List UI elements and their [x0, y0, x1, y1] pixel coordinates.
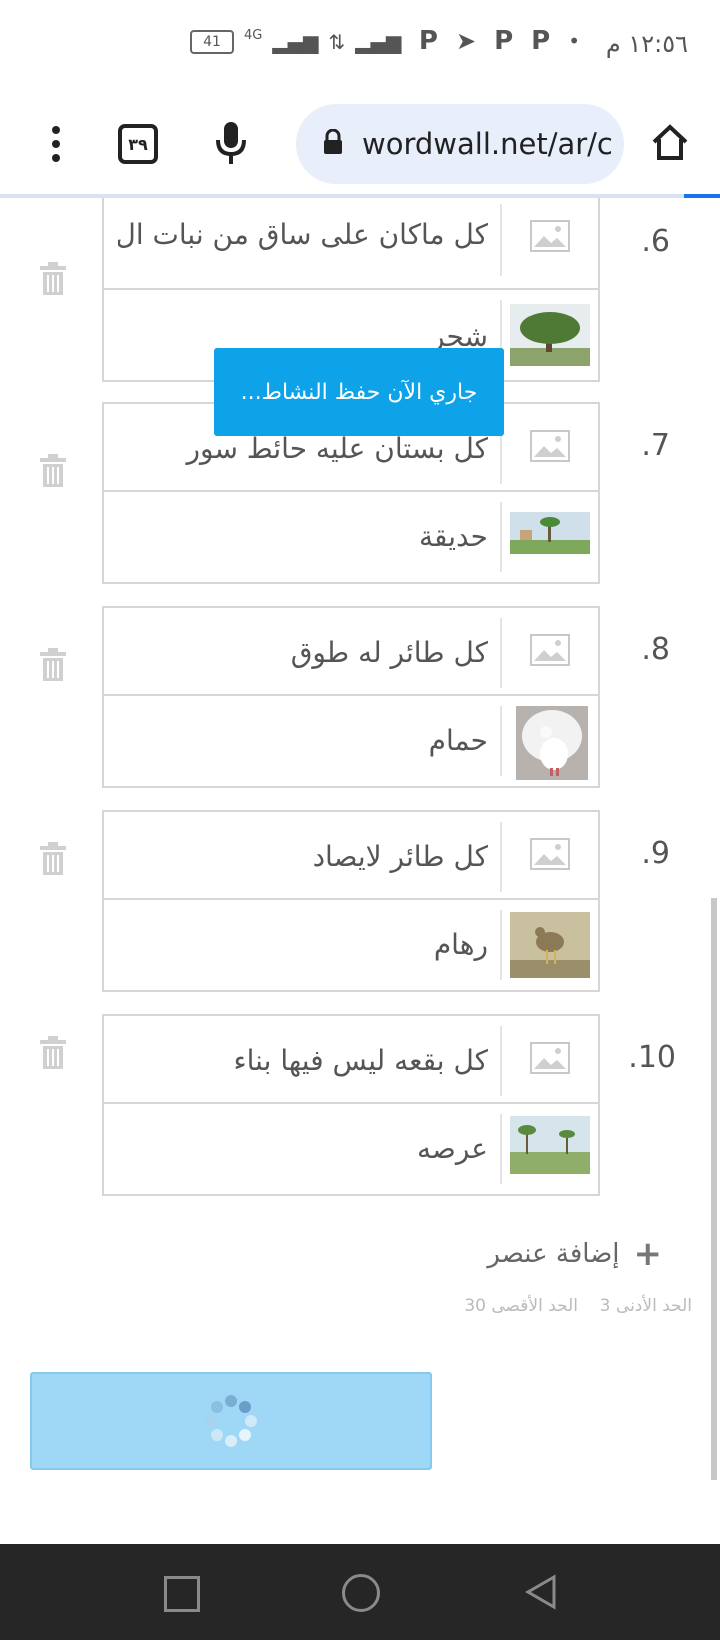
trash-icon[interactable]: [38, 1036, 68, 1070]
definition-field[interactable]: كل طائر له طوق: [102, 606, 600, 700]
spinner-icon: [205, 1395, 257, 1447]
tree-image[interactable]: [510, 304, 590, 366]
item-number: .6: [641, 224, 670, 259]
trash-icon[interactable]: [38, 648, 68, 682]
tabs-count-button[interactable]: ٣٩: [118, 124, 158, 164]
saving-toast: جاري الآن حفظ النشاط...: [214, 348, 504, 436]
field-divider: [500, 1114, 502, 1184]
notification-p-icon: P: [494, 26, 514, 56]
definition-text: كل بستان عليه حائط سور: [186, 432, 488, 465]
back-button[interactable]: [524, 1574, 558, 1610]
field-divider: [500, 822, 502, 892]
answer-field[interactable]: حمام: [102, 694, 600, 788]
field-divider: [500, 618, 502, 688]
field-divider: [500, 502, 502, 572]
field-divider: [500, 910, 502, 980]
dot-icon: •: [568, 29, 580, 53]
definition-text: كل طائر له طوق: [290, 636, 488, 669]
max-value: 30: [464, 1296, 486, 1316]
image-placeholder-icon[interactable]: [530, 220, 570, 252]
open-land-image[interactable]: [510, 1116, 590, 1174]
pigeon-image[interactable]: [516, 706, 588, 780]
add-item-label: إضافة عنصر: [487, 1239, 620, 1269]
trash-icon[interactable]: [38, 454, 68, 488]
data-transfer-icon: ⇅: [328, 30, 346, 54]
min-value: 3: [599, 1296, 611, 1316]
answer-field[interactable]: عرصه: [102, 1102, 600, 1196]
item-limits: الحد الأدنى 3 الحد الأقصى 30: [464, 1296, 692, 1316]
battery-icon: 41: [190, 30, 234, 54]
answer-field[interactable]: رهام: [102, 898, 600, 992]
network-type: 4G: [244, 27, 263, 43]
add-item-button[interactable]: + إضافة عنصر: [487, 1234, 662, 1274]
field-divider: [500, 1026, 502, 1096]
field-divider: [500, 706, 502, 776]
min-label: الحد الأدنى: [615, 1296, 692, 1316]
image-placeholder-icon[interactable]: [530, 634, 570, 666]
image-placeholder-icon[interactable]: [530, 1042, 570, 1074]
item-number: .8: [641, 632, 670, 667]
max-label: الحد الأقصى: [491, 1296, 579, 1316]
answer-field[interactable]: حديقة: [102, 490, 600, 584]
field-divider: [500, 204, 502, 276]
lock-icon: [322, 128, 344, 159]
answer-text: حمام: [428, 724, 488, 757]
definition-field[interactable]: كل ماكان على ساق من نبات ال: [102, 198, 600, 290]
home-icon[interactable]: [650, 122, 690, 162]
notification-icons: P ➤ P P •: [419, 26, 580, 56]
signal-icon-2: ▂▄▆: [355, 30, 402, 54]
signal-icon: ▂▄▆: [272, 30, 319, 54]
plus-icon: +: [633, 1234, 663, 1274]
url-text: wordwall.net/ar/c: [362, 127, 613, 161]
definition-text: كل طائر لايصاد: [312, 840, 488, 873]
item-number: .7: [641, 428, 670, 463]
garden-image[interactable]: [510, 512, 590, 554]
definition-field[interactable]: كل طائر لايصاد: [102, 810, 600, 904]
url-field[interactable]: wordwall.net/ar/c: [296, 104, 624, 184]
definition-text: كل ماكان على ساق من نبات ال: [118, 218, 488, 251]
recent-apps-button[interactable]: [164, 1576, 200, 1612]
answer-text: رهام: [433, 928, 488, 961]
done-button[interactable]: [30, 1372, 432, 1470]
trash-icon[interactable]: [38, 842, 68, 876]
image-placeholder-icon[interactable]: [530, 838, 570, 870]
telegram-icon: ➤: [455, 27, 477, 55]
home-button[interactable]: [342, 1574, 380, 1612]
menu-icon[interactable]: [50, 124, 62, 164]
status-time: ١٢:٥٦ م: [605, 30, 688, 58]
notification-p-icon: P: [418, 26, 438, 56]
item-number: .10: [628, 1040, 676, 1075]
definition-text: كل بقعه ليس فيها بناء: [233, 1044, 488, 1077]
notification-p-icon: P: [531, 26, 551, 56]
trash-icon[interactable]: [38, 262, 68, 296]
status-left-icons: 41 4G ▂▄▆ ⇅ ▂▄▆: [190, 27, 402, 54]
scrollbar[interactable]: [711, 898, 717, 1480]
mic-icon[interactable]: [214, 120, 248, 170]
answer-text: حديقة: [419, 520, 488, 553]
toast-text: جاري الآن حفظ النشاط...: [240, 379, 478, 405]
image-placeholder-icon[interactable]: [530, 430, 570, 462]
definition-field[interactable]: كل بقعه ليس فيها بناء: [102, 1014, 600, 1108]
item-number: .9: [641, 836, 670, 871]
battery-level: 41: [203, 34, 221, 50]
answer-text: عرصه: [417, 1132, 488, 1165]
bird-image[interactable]: [510, 912, 590, 978]
